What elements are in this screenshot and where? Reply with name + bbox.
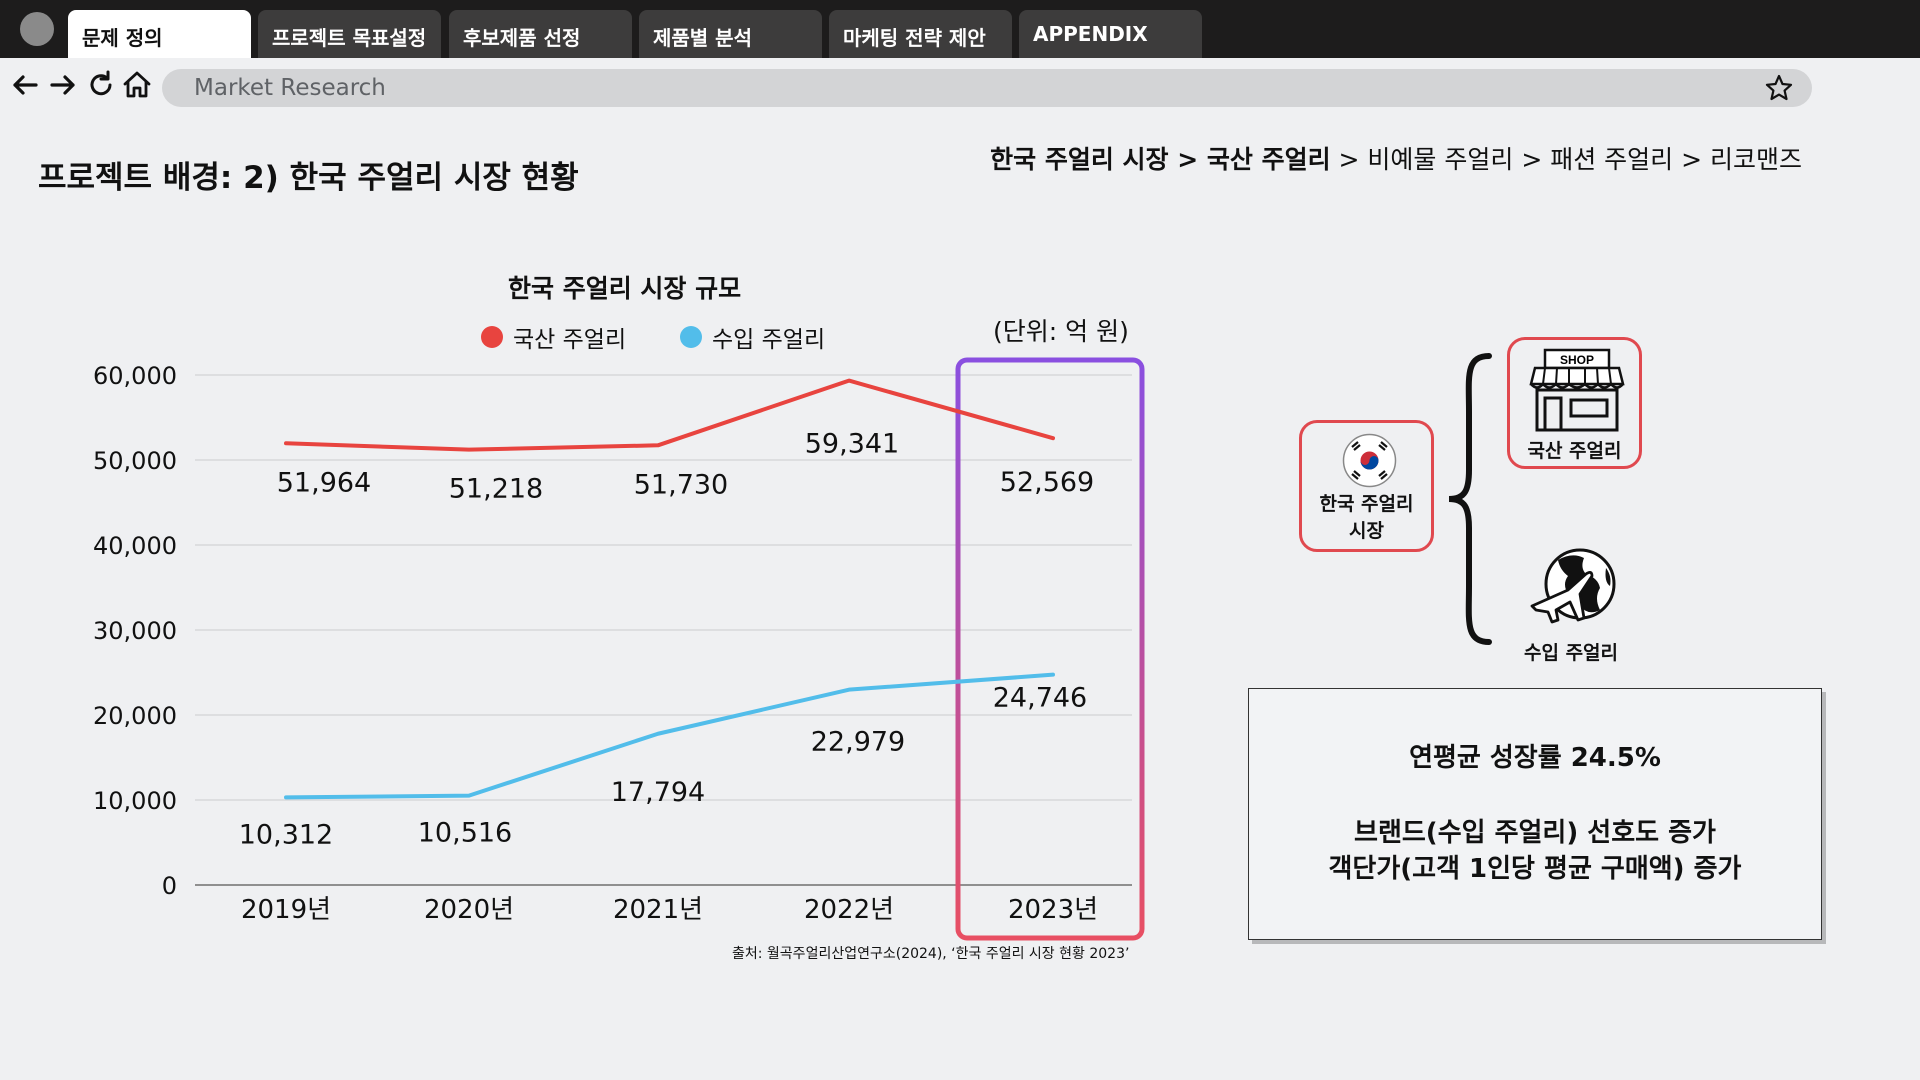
data-label: 10,516	[418, 818, 512, 849]
insight-line-2: 객단가(고객 1인당 평균 구매액) 증가	[1328, 854, 1742, 884]
node-domestic: SHOP 국산 주얼리	[1507, 337, 1642, 469]
import-globe-plane-icon	[1530, 548, 1616, 624]
data-label: 10,312	[239, 819, 333, 850]
x-tick-label: 2022년	[804, 895, 894, 925]
insight-line-1: 브랜드(수입 주얼리) 선호도 증가	[1354, 818, 1716, 848]
node-korea-label-2: 시장	[1349, 520, 1384, 542]
data-label: 17,794	[611, 777, 705, 808]
insight-box: 연평균 성장률 24.5% 브랜드(수입 주얼리) 선호도 증가 객단가(고객 …	[1248, 688, 1822, 940]
data-label: 51,218	[449, 474, 543, 505]
y-tick-label: 60,000	[93, 362, 177, 390]
y-tick-label: 0	[162, 872, 177, 900]
data-label: 51,964	[277, 467, 371, 498]
shop-sign-text: SHOP	[1560, 353, 1594, 367]
node-import-label: 수입 주얼리	[1524, 642, 1619, 664]
y-tick-label: 20,000	[93, 702, 177, 730]
data-label: 52,569	[1000, 467, 1094, 498]
x-tick-label: 2020년	[424, 895, 514, 925]
highlight-2023-box	[955, 357, 1145, 941]
x-tick-label: 2019년	[241, 895, 331, 925]
node-domestic-label: 국산 주얼리	[1527, 440, 1622, 462]
x-tick-label: 2021년	[613, 895, 703, 925]
node-korea-label-1: 한국 주얼리	[1319, 493, 1414, 515]
data-label: 22,979	[811, 727, 905, 758]
data-label: 24,746	[993, 683, 1087, 714]
y-tick-label: 50,000	[93, 447, 177, 475]
shop-icon: SHOP	[1529, 348, 1625, 432]
node-korea-market: 한국 주얼리 시장	[1299, 420, 1434, 552]
growth-rate-text: 연평균 성장률 24.5%	[1409, 743, 1661, 773]
series-line-domestic	[284, 378, 1055, 452]
x-tick-label: 2023년	[1008, 895, 1098, 925]
korea-flag-icon	[1342, 433, 1397, 488]
chart-source: 출처: 월곡주얼리산업연구소(2024), ‘한국 주얼리 시장 현황 2023…	[732, 946, 1130, 962]
y-tick-label: 40,000	[93, 532, 177, 560]
curly-brace	[1448, 353, 1492, 645]
data-label: 51,730	[634, 469, 728, 500]
y-tick-label: 30,000	[93, 617, 177, 645]
data-label: 59,341	[805, 429, 899, 460]
y-tick-label: 10,000	[93, 787, 177, 815]
